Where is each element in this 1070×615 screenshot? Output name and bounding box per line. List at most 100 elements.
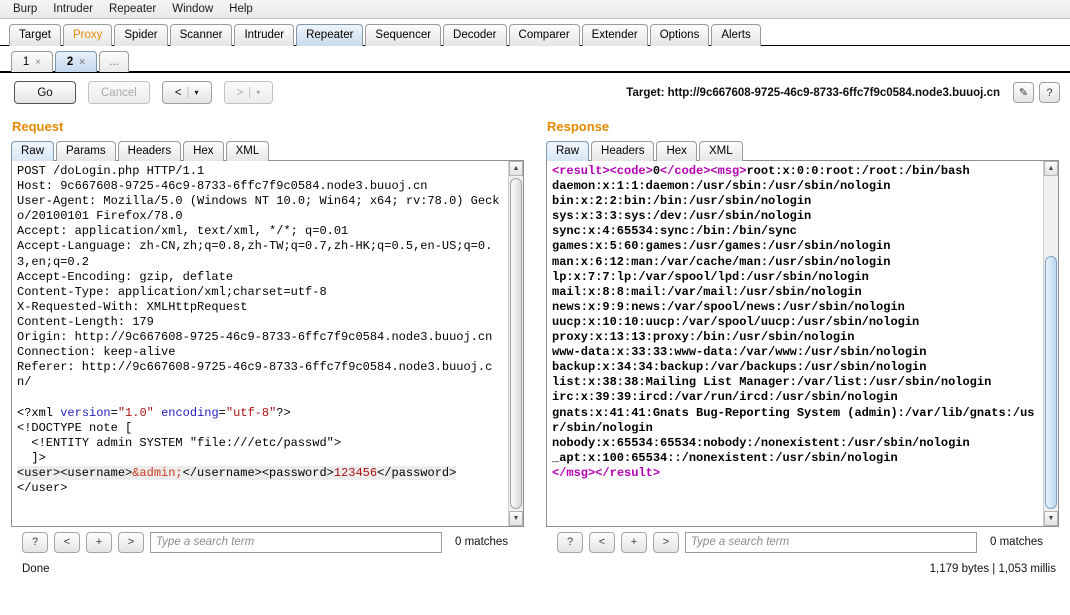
request-search-help-icon[interactable]: ? xyxy=(22,531,48,553)
request-tab-bar: Raw Params Headers Hex XML xyxy=(11,139,524,161)
history-back-button[interactable]: < | ▾ xyxy=(161,81,212,104)
status-bar: Done xyxy=(11,557,535,581)
doctype-bracket-line: ]> xyxy=(17,450,46,465)
request-pane: Request Raw Params Headers Hex XML POST … xyxy=(0,112,535,591)
scroll-up-icon[interactable]: ▲ xyxy=(1044,161,1058,176)
menu-item-help[interactable]: Help xyxy=(222,2,260,16)
help-icon[interactable]: ? xyxy=(1039,82,1060,103)
code-close-tag: </code> xyxy=(660,164,711,178)
tab-intruder[interactable]: Intruder xyxy=(234,24,295,46)
tab-alerts[interactable]: Alerts xyxy=(711,24,761,46)
menu-bar: Burp Intruder Repeater Window Help xyxy=(0,0,1070,19)
response-tab-xml[interactable]: XML xyxy=(698,141,743,161)
tab-sequencer[interactable]: Sequencer xyxy=(365,24,442,46)
chevron-down-icon: ▾ xyxy=(194,88,199,97)
msg-open-tag: <msg> xyxy=(710,164,747,178)
menu-item-intruder[interactable]: Intruder xyxy=(46,2,100,16)
request-match-count: 0 matches xyxy=(455,536,509,548)
response-search-input[interactable]: Type a search term xyxy=(685,531,977,553)
repeater-tab-2-label: 2 xyxy=(66,56,74,68)
tab-extender[interactable]: Extender xyxy=(581,24,648,46)
request-scroll-thumb[interactable] xyxy=(510,178,522,509)
request-search-input[interactable]: Type a search term xyxy=(150,531,442,553)
entity-reference: &admin; xyxy=(132,465,183,480)
doctype-line: <!DOCTYPE note [ xyxy=(17,420,133,435)
repeater-tab-1[interactable]: 1 × xyxy=(11,51,53,72)
response-scrollbar[interactable]: ▲ ▼ xyxy=(1043,161,1058,526)
tab-proxy[interactable]: Proxy xyxy=(62,24,113,46)
tab-comparer[interactable]: Comparer xyxy=(508,24,580,46)
passwd-file-content: root:x:0:0:root:/root:/bin/bash daemon:x… xyxy=(552,164,1035,465)
response-search-help-icon[interactable]: ? xyxy=(557,531,583,553)
repeater-tab-1-label: 1 xyxy=(22,56,30,68)
response-tab-raw[interactable]: Raw xyxy=(546,141,590,161)
repeater-tab-new[interactable]: ... xyxy=(99,51,129,72)
request-response-split: Request Raw Params Headers Hex XML POST … xyxy=(0,112,1070,591)
response-search-add-button[interactable]: + xyxy=(621,531,647,553)
close-icon[interactable]: × xyxy=(35,57,41,68)
xml-decl-open: <?xml xyxy=(17,405,61,420)
tab-decoder[interactable]: Decoder xyxy=(443,24,507,46)
response-search-next-button[interactable]: > xyxy=(653,531,679,553)
response-scroll-thumb[interactable] xyxy=(1045,256,1057,509)
history-forward-button: > | ▾ xyxy=(223,81,274,104)
entity-declaration-line: <!ENTITY admin SYSTEM "file:///etc/passw… xyxy=(17,435,342,450)
request-search-row: ? < + > Type a search term 0 matches xyxy=(11,527,535,557)
menu-item-repeater[interactable]: Repeater xyxy=(102,2,163,16)
request-tab-xml[interactable]: XML xyxy=(225,141,270,161)
repeater-toolbar: Go Cancel < | ▾ > | ▾ Target: http://9c6… xyxy=(0,73,1070,112)
forward-arrow-icon: > xyxy=(236,86,244,99)
request-editor[interactable]: POST /doLogin.php HTTP/1.1 Host: 9c66760… xyxy=(12,161,508,526)
request-tab-raw[interactable]: Raw xyxy=(11,141,55,161)
request-editor-wrap: POST /doLogin.php HTTP/1.1 Host: 9c66760… xyxy=(11,161,524,527)
edit-target-icon[interactable]: ✎ xyxy=(1013,82,1034,103)
xml-decl-attr-version: version xyxy=(60,405,111,420)
payload-suffix: </password> xyxy=(377,465,457,480)
code-open-tag: <code> xyxy=(609,164,653,178)
tab-spider[interactable]: Spider xyxy=(114,24,168,46)
payload-tail: </user> xyxy=(17,480,68,495)
target-url-label: Target: http://9c667608-9725-46c9-8733-6… xyxy=(626,86,1000,99)
msg-close-tag: </msg> xyxy=(552,465,596,480)
back-arrow-icon: < xyxy=(174,86,182,99)
response-tab-hex[interactable]: Hex xyxy=(656,141,697,161)
tab-repeater[interactable]: Repeater xyxy=(296,24,364,46)
payload-prefix: <user><username> xyxy=(17,465,133,480)
request-scrollbar[interactable]: ▲ ▼ xyxy=(508,161,523,526)
request-search-next-button[interactable]: > xyxy=(118,531,144,553)
response-search-row: ? < + > Type a search term 0 matches xyxy=(546,527,1070,557)
main-tab-bar: Target Proxy Spider Scanner Intruder Rep… xyxy=(0,19,1070,46)
scroll-up-icon[interactable]: ▲ xyxy=(509,161,523,176)
xml-decl-value-encoding: "utf-8" xyxy=(225,405,277,420)
result-open-tag: <result> xyxy=(552,164,610,178)
response-pane: Response Raw Headers Hex XML <result><co… xyxy=(535,112,1070,591)
response-search-prev-button[interactable]: < xyxy=(589,531,615,553)
response-title: Response xyxy=(547,119,610,134)
response-editor[interactable]: <result><code>0</code><msg>root:x:0:0:ro… xyxy=(547,161,1043,526)
xml-decl-value-version: "1.0" xyxy=(117,405,154,420)
request-search-add-button[interactable]: + xyxy=(86,531,112,553)
request-tab-hex[interactable]: Hex xyxy=(183,141,224,161)
menu-item-window[interactable]: Window xyxy=(165,2,220,16)
response-status-row: 1,179 bytes | 1,053 millis xyxy=(546,557,1070,581)
request-tab-params[interactable]: Params xyxy=(56,141,116,161)
request-tab-headers[interactable]: Headers xyxy=(117,141,182,161)
menu-item-burp[interactable]: Burp xyxy=(6,2,44,16)
scroll-down-icon[interactable]: ▼ xyxy=(509,511,523,526)
repeater-tab-2[interactable]: 2 × xyxy=(55,51,97,72)
button-divider: | xyxy=(186,86,190,99)
tab-target[interactable]: Target xyxy=(9,24,61,46)
request-headers-text: POST /doLogin.php HTTP/1.1 Host: 9c66760… xyxy=(17,164,500,390)
request-search-prev-button[interactable]: < xyxy=(54,531,80,553)
cancel-button: Cancel xyxy=(88,81,150,104)
repeater-tab-bar: 1 × 2 × ... xyxy=(0,46,1070,73)
tab-options[interactable]: Options xyxy=(649,24,710,46)
tab-scanner[interactable]: Scanner xyxy=(169,24,233,46)
xml-decl-close: ?> xyxy=(276,405,291,420)
result-close-tag: </result> xyxy=(595,465,661,480)
close-icon[interactable]: × xyxy=(79,57,85,68)
response-tab-bar: Raw Headers Hex XML xyxy=(546,139,1059,161)
go-button[interactable]: Go xyxy=(14,81,76,104)
response-tab-headers[interactable]: Headers xyxy=(591,141,655,161)
scroll-down-icon[interactable]: ▼ xyxy=(1044,511,1058,526)
